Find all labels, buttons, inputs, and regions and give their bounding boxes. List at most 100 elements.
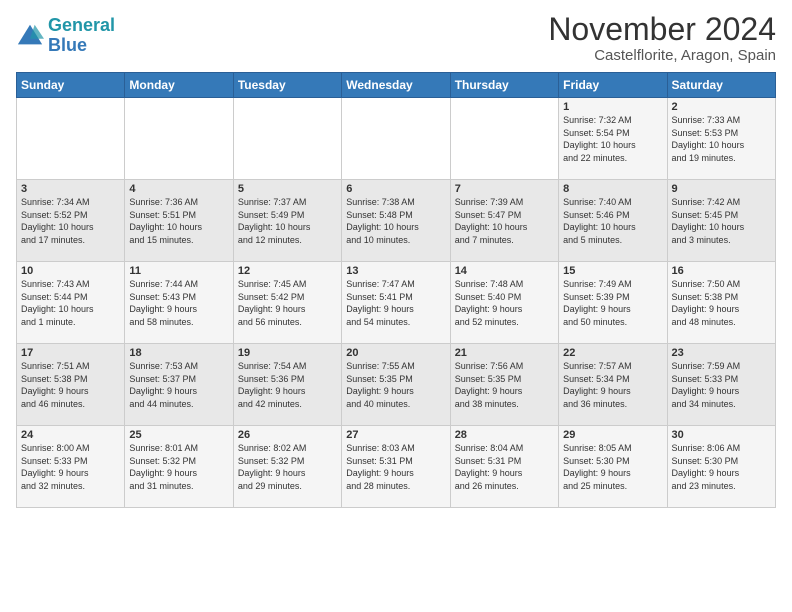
calendar-cell: 14Sunrise: 7:48 AM Sunset: 5:40 PM Dayli… <box>450 262 558 344</box>
day-info: Sunrise: 7:57 AM Sunset: 5:34 PM Dayligh… <box>563 360 662 410</box>
calendar-week-2: 3Sunrise: 7:34 AM Sunset: 5:52 PM Daylig… <box>17 180 776 262</box>
day-info: Sunrise: 7:59 AM Sunset: 5:33 PM Dayligh… <box>672 360 771 410</box>
calendar-cell: 27Sunrise: 8:03 AM Sunset: 5:31 PM Dayli… <box>342 426 450 508</box>
day-number: 26 <box>238 429 337 441</box>
day-info: Sunrise: 7:37 AM Sunset: 5:49 PM Dayligh… <box>238 196 337 246</box>
calendar-cell: 7Sunrise: 7:39 AM Sunset: 5:47 PM Daylig… <box>450 180 558 262</box>
day-info: Sunrise: 7:50 AM Sunset: 5:38 PM Dayligh… <box>672 278 771 328</box>
calendar-cell: 3Sunrise: 7:34 AM Sunset: 5:52 PM Daylig… <box>17 180 125 262</box>
day-info: Sunrise: 8:02 AM Sunset: 5:32 PM Dayligh… <box>238 442 337 492</box>
day-number: 1 <box>563 101 662 113</box>
day-number: 3 <box>21 183 120 195</box>
day-number: 2 <box>672 101 771 113</box>
day-info: Sunrise: 8:05 AM Sunset: 5:30 PM Dayligh… <box>563 442 662 492</box>
day-info: Sunrise: 7:55 AM Sunset: 5:35 PM Dayligh… <box>346 360 445 410</box>
calendar-cell <box>17 98 125 180</box>
weekday-header-thursday: Thursday <box>450 73 558 98</box>
calendar-table: SundayMondayTuesdayWednesdayThursdayFrid… <box>16 72 776 508</box>
day-number: 19 <box>238 347 337 359</box>
day-number: 6 <box>346 183 445 195</box>
calendar-cell: 4Sunrise: 7:36 AM Sunset: 5:51 PM Daylig… <box>125 180 233 262</box>
calendar-week-4: 17Sunrise: 7:51 AM Sunset: 5:38 PM Dayli… <box>17 344 776 426</box>
calendar-cell: 9Sunrise: 7:42 AM Sunset: 5:45 PM Daylig… <box>667 180 775 262</box>
day-info: Sunrise: 7:33 AM Sunset: 5:53 PM Dayligh… <box>672 114 771 164</box>
weekday-header-monday: Monday <box>125 73 233 98</box>
day-number: 12 <box>238 265 337 277</box>
calendar-cell: 25Sunrise: 8:01 AM Sunset: 5:32 PM Dayli… <box>125 426 233 508</box>
calendar-cell: 21Sunrise: 7:56 AM Sunset: 5:35 PM Dayli… <box>450 344 558 426</box>
logo-line1: General <box>48 15 115 35</box>
calendar-cell: 28Sunrise: 8:04 AM Sunset: 5:31 PM Dayli… <box>450 426 558 508</box>
calendar-cell: 8Sunrise: 7:40 AM Sunset: 5:46 PM Daylig… <box>559 180 667 262</box>
weekday-header-wednesday: Wednesday <box>342 73 450 98</box>
day-number: 17 <box>21 347 120 359</box>
day-number: 5 <box>238 183 337 195</box>
weekday-header-saturday: Saturday <box>667 73 775 98</box>
day-info: Sunrise: 7:56 AM Sunset: 5:35 PM Dayligh… <box>455 360 554 410</box>
calendar-cell: 19Sunrise: 7:54 AM Sunset: 5:36 PM Dayli… <box>233 344 341 426</box>
calendar-cell <box>125 98 233 180</box>
day-number: 11 <box>129 265 228 277</box>
day-info: Sunrise: 7:40 AM Sunset: 5:46 PM Dayligh… <box>563 196 662 246</box>
day-number: 8 <box>563 183 662 195</box>
weekday-header-row: SundayMondayTuesdayWednesdayThursdayFrid… <box>17 73 776 98</box>
logo: General Blue <box>16 16 115 56</box>
calendar-cell: 12Sunrise: 7:45 AM Sunset: 5:42 PM Dayli… <box>233 262 341 344</box>
day-info: Sunrise: 7:45 AM Sunset: 5:42 PM Dayligh… <box>238 278 337 328</box>
calendar-cell: 1Sunrise: 7:32 AM Sunset: 5:54 PM Daylig… <box>559 98 667 180</box>
day-info: Sunrise: 7:47 AM Sunset: 5:41 PM Dayligh… <box>346 278 445 328</box>
day-number: 24 <box>21 429 120 441</box>
calendar-cell: 23Sunrise: 7:59 AM Sunset: 5:33 PM Dayli… <box>667 344 775 426</box>
calendar-cell: 13Sunrise: 7:47 AM Sunset: 5:41 PM Dayli… <box>342 262 450 344</box>
calendar-cell <box>450 98 558 180</box>
title-block: November 2024 Castelflorite, Aragon, Spa… <box>548 12 776 64</box>
day-number: 21 <box>455 347 554 359</box>
calendar-cell <box>342 98 450 180</box>
logo-text: General Blue <box>48 16 115 56</box>
day-number: 18 <box>129 347 228 359</box>
calendar-cell: 29Sunrise: 8:05 AM Sunset: 5:30 PM Dayli… <box>559 426 667 508</box>
day-info: Sunrise: 8:06 AM Sunset: 5:30 PM Dayligh… <box>672 442 771 492</box>
calendar-week-5: 24Sunrise: 8:00 AM Sunset: 5:33 PM Dayli… <box>17 426 776 508</box>
calendar-cell: 18Sunrise: 7:53 AM Sunset: 5:37 PM Dayli… <box>125 344 233 426</box>
calendar-cell: 6Sunrise: 7:38 AM Sunset: 5:48 PM Daylig… <box>342 180 450 262</box>
day-info: Sunrise: 8:03 AM Sunset: 5:31 PM Dayligh… <box>346 442 445 492</box>
header: General Blue November 2024 Castelflorite… <box>16 12 776 64</box>
calendar-header: SundayMondayTuesdayWednesdayThursdayFrid… <box>17 73 776 98</box>
day-info: Sunrise: 8:00 AM Sunset: 5:33 PM Dayligh… <box>21 442 120 492</box>
calendar-title: November 2024 <box>548 12 776 47</box>
day-info: Sunrise: 7:49 AM Sunset: 5:39 PM Dayligh… <box>563 278 662 328</box>
day-info: Sunrise: 8:04 AM Sunset: 5:31 PM Dayligh… <box>455 442 554 492</box>
day-number: 15 <box>563 265 662 277</box>
day-info: Sunrise: 7:51 AM Sunset: 5:38 PM Dayligh… <box>21 360 120 410</box>
calendar-cell: 15Sunrise: 7:49 AM Sunset: 5:39 PM Dayli… <box>559 262 667 344</box>
day-info: Sunrise: 7:54 AM Sunset: 5:36 PM Dayligh… <box>238 360 337 410</box>
calendar-body: 1Sunrise: 7:32 AM Sunset: 5:54 PM Daylig… <box>17 98 776 508</box>
calendar-cell: 24Sunrise: 8:00 AM Sunset: 5:33 PM Dayli… <box>17 426 125 508</box>
calendar-subtitle: Castelflorite, Aragon, Spain <box>548 47 776 64</box>
calendar-cell: 16Sunrise: 7:50 AM Sunset: 5:38 PM Dayli… <box>667 262 775 344</box>
day-info: Sunrise: 7:42 AM Sunset: 5:45 PM Dayligh… <box>672 196 771 246</box>
calendar-cell: 10Sunrise: 7:43 AM Sunset: 5:44 PM Dayli… <box>17 262 125 344</box>
day-number: 13 <box>346 265 445 277</box>
day-info: Sunrise: 7:36 AM Sunset: 5:51 PM Dayligh… <box>129 196 228 246</box>
day-number: 16 <box>672 265 771 277</box>
day-number: 28 <box>455 429 554 441</box>
day-number: 30 <box>672 429 771 441</box>
weekday-header-tuesday: Tuesday <box>233 73 341 98</box>
calendar-week-1: 1Sunrise: 7:32 AM Sunset: 5:54 PM Daylig… <box>17 98 776 180</box>
day-info: Sunrise: 7:44 AM Sunset: 5:43 PM Dayligh… <box>129 278 228 328</box>
day-number: 14 <box>455 265 554 277</box>
calendar-cell: 2Sunrise: 7:33 AM Sunset: 5:53 PM Daylig… <box>667 98 775 180</box>
weekday-header-friday: Friday <box>559 73 667 98</box>
calendar-cell: 11Sunrise: 7:44 AM Sunset: 5:43 PM Dayli… <box>125 262 233 344</box>
day-number: 10 <box>21 265 120 277</box>
calendar-week-3: 10Sunrise: 7:43 AM Sunset: 5:44 PM Dayli… <box>17 262 776 344</box>
day-info: Sunrise: 7:34 AM Sunset: 5:52 PM Dayligh… <box>21 196 120 246</box>
logo-icon <box>16 22 44 50</box>
calendar-cell: 5Sunrise: 7:37 AM Sunset: 5:49 PM Daylig… <box>233 180 341 262</box>
calendar-cell: 22Sunrise: 7:57 AM Sunset: 5:34 PM Dayli… <box>559 344 667 426</box>
day-number: 25 <box>129 429 228 441</box>
day-number: 9 <box>672 183 771 195</box>
day-number: 22 <box>563 347 662 359</box>
